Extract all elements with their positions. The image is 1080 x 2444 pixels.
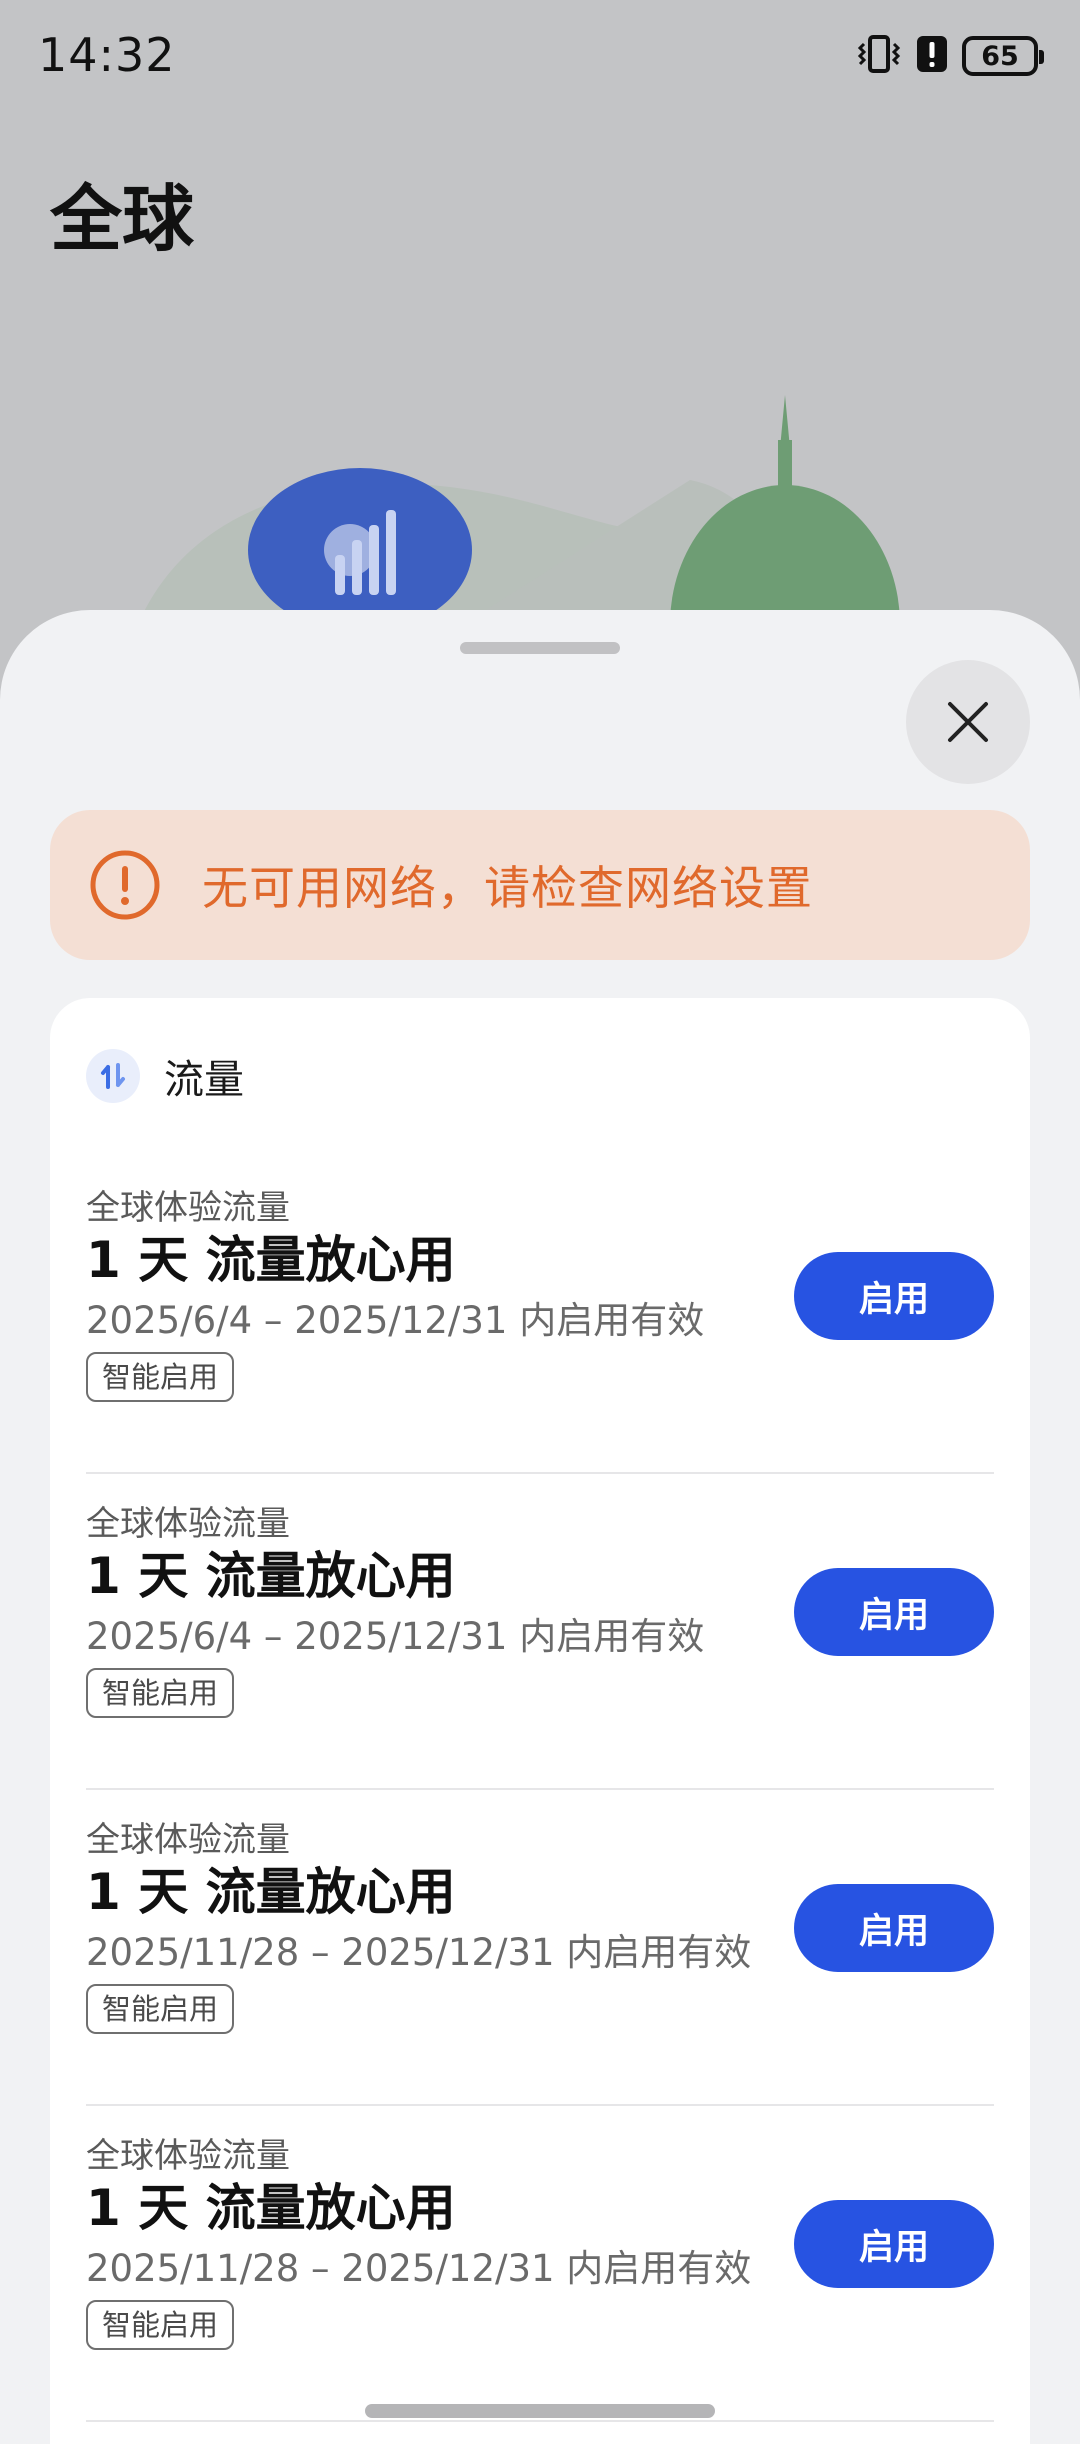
hero-illustration — [140, 395, 900, 620]
activate-button[interactable]: 启用 — [794, 2200, 994, 2288]
bottom-sheet: 无可用网络，请检查网络设置 流量 全球体验流量 1 天 流量放心用 2025/6… — [0, 610, 1080, 2444]
plan-validity: 2025/11/28 – 2025/12/31 内启用有效 — [86, 1931, 752, 1974]
activate-button[interactable]: 启用 — [794, 1884, 994, 1972]
smart-activate-tag: 智能启用 — [86, 1352, 235, 1402]
no-network-alert: 无可用网络，请检查网络设置 — [50, 810, 1030, 960]
plan-item: 全球体验流量 1 天 流量放心用 2025/6/4 – 2025/12/31 内… — [86, 1158, 994, 1474]
divider — [86, 2420, 994, 2422]
smart-activate-tag: 智能启用 — [86, 1668, 235, 1718]
plan-name: 1 天 流量放心用 — [86, 1231, 456, 1289]
vibrate-icon — [856, 34, 902, 78]
drag-handle[interactable] — [460, 642, 620, 654]
card-title: 流量 — [164, 1057, 244, 1103]
alert-icon — [916, 34, 948, 78]
activate-button[interactable]: 启用 — [794, 1252, 994, 1340]
data-plans-card: 流量 全球体验流量 1 天 流量放心用 2025/6/4 – 2025/12/3… — [50, 998, 1030, 2444]
plan-validity: 2025/6/4 – 2025/12/31 内启用有效 — [86, 1615, 705, 1658]
warning-icon — [90, 850, 160, 920]
activate-button[interactable]: 启用 — [794, 1568, 994, 1656]
status-icons: 65 — [856, 32, 1044, 80]
card-header: 流量 — [86, 1046, 244, 1106]
close-button[interactable] — [906, 660, 1030, 784]
data-transfer-icon — [86, 1049, 140, 1103]
plan-name: 1 天 流量放心用 — [86, 1547, 456, 1605]
smart-activate-tag: 智能启用 — [86, 2300, 235, 2350]
close-icon — [948, 702, 988, 742]
plan-validity: 2025/6/4 – 2025/12/31 内启用有效 — [86, 1299, 705, 1342]
plan-name: 1 天 流量放心用 — [86, 1863, 456, 1921]
page-title: 全球 — [50, 177, 195, 261]
battery-icon: 65 — [962, 36, 1044, 76]
plan-validity: 2025/11/28 – 2025/12/31 内启用有效 — [86, 2247, 752, 2290]
status-bar: 14:32 65 — [0, 0, 1080, 110]
plan-item: 全球体验流量 1 天 流量放心用 2025/11/28 – 2025/12/31… — [86, 2106, 994, 2422]
battery-level: 65 — [981, 40, 1019, 72]
plan-item: 全球体验流量 1 天 流量放心用 2025/6/4 – 2025/12/31 内… — [86, 1474, 994, 1790]
plan-name: 1 天 流量放心用 — [86, 2179, 456, 2237]
status-time: 14:32 — [38, 28, 176, 82]
alert-text: 无可用网络，请检查网络设置 — [202, 861, 813, 915]
home-indicator[interactable] — [365, 2404, 715, 2418]
smart-activate-tag: 智能启用 — [86, 1984, 235, 2034]
plan-item: 全球体验流量 1 天 流量放心用 2025/11/28 – 2025/12/31… — [86, 1790, 994, 2106]
